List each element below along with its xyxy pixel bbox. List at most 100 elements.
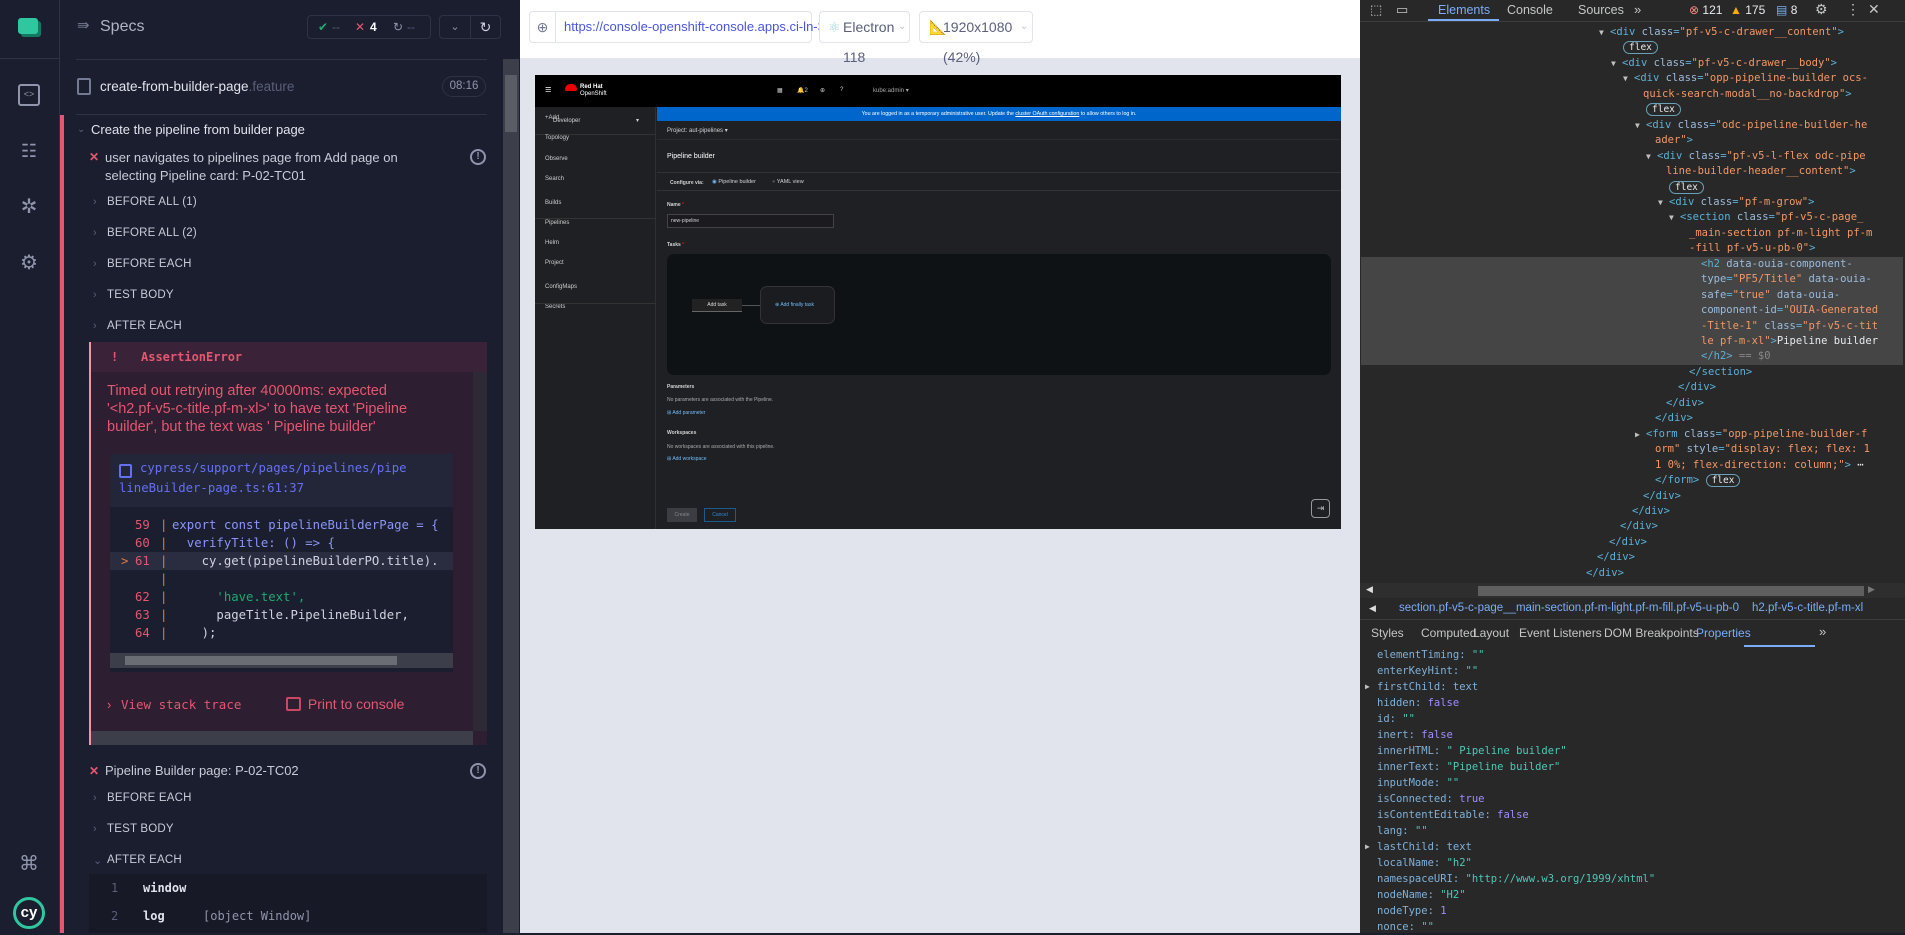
create-button[interactable]: Create xyxy=(667,508,697,522)
expand-triangle-icon[interactable]: ▶ xyxy=(1365,679,1370,695)
banner-link[interactable]: cluster OAuth configuration xyxy=(1015,111,1079,117)
dom-node-line[interactable]: _main-section pf-m-light pf-m xyxy=(1689,226,1872,241)
dom-node-line[interactable]: ader"> xyxy=(1655,133,1693,148)
sidebar-tab[interactable]: DOM Breakpoints xyxy=(1604,620,1699,647)
rerun-button[interactable]: ↻ xyxy=(470,15,501,39)
view-stack-trace-button[interactable]: › View stack trace xyxy=(107,697,241,712)
collapse-triangle-icon[interactable]: ▶ xyxy=(1635,427,1640,442)
expand-triangle-icon[interactable]: ▼ xyxy=(1599,25,1604,40)
breadcrumb-item[interactable]: section.pf-v5-c-page__main-section.pf-m-… xyxy=(1399,598,1739,619)
app-nav-item[interactable]: Secrets xyxy=(545,304,565,310)
user-menu[interactable]: kube:admin ▾ xyxy=(873,87,909,94)
dom-node-line[interactable]: ▼ <div class="odc-pipeline-builder-he xyxy=(1635,118,1867,133)
error-vscrollbar[interactable] xyxy=(473,372,487,731)
error-info-icon[interactable]: ! xyxy=(470,149,486,165)
sidebar-tab[interactable]: Layout xyxy=(1473,620,1509,647)
dom-node-line[interactable]: quick-search-modal__no-backdrop"> xyxy=(1643,87,1852,102)
app-nav-item[interactable]: ConfigMaps xyxy=(545,284,577,290)
scrollbar-thumb[interactable] xyxy=(1478,586,1864,596)
dom-node-line[interactable]: ▼ <section class="pf-v5-c-page_ xyxy=(1669,210,1863,225)
dom-node-line[interactable]: line-builder-header__content"> xyxy=(1666,164,1856,179)
inspect-element-icon[interactable]: ⬚ xyxy=(1370,2,1382,18)
dom-node-line[interactable]: </div> xyxy=(1655,411,1693,426)
property-row[interactable]: nodeType: 1 xyxy=(1377,903,1447,919)
dom-node-line[interactable]: flex xyxy=(1646,102,1681,117)
keyboard-shortcuts-icon[interactable]: ⌘ xyxy=(18,853,40,875)
flex-badge[interactable]: flex xyxy=(1705,474,1741,488)
expand-triangle-icon[interactable]: ▼ xyxy=(1669,210,1674,225)
message-count[interactable]: ▤ 8 xyxy=(1776,3,1797,17)
tree-hscrollbar[interactable]: ◀ ▶ xyxy=(1360,583,1905,598)
property-row[interactable]: hidden: false xyxy=(1377,695,1459,711)
dom-node-line[interactable]: </div> xyxy=(1678,380,1716,395)
error-info-icon[interactable]: ! xyxy=(470,763,486,779)
property-row[interactable]: innerHTML: " Pipeline builder" xyxy=(1377,743,1567,759)
app-nav-item[interactable]: Search xyxy=(545,176,564,182)
dom-node-line[interactable]: ▼ <div class="pf-v5-l-flex odc-pipe xyxy=(1646,149,1866,164)
app-nav-item[interactable]: Builds xyxy=(545,200,561,206)
dom-node-line[interactable]: le pf-m-xl">Pipeline builder xyxy=(1701,334,1878,349)
settings-icon[interactable]: ⚙ xyxy=(18,252,40,274)
dom-node-line[interactable]: orm" style="display: flex; flex: 1 xyxy=(1655,442,1870,457)
app-nav-item[interactable]: Observe xyxy=(545,156,568,162)
hook-row[interactable]: › AFTER EACH xyxy=(93,320,182,332)
property-row[interactable]: ▶ firstChild: text xyxy=(1365,679,1478,695)
device-toolbar-icon[interactable]: ▭ xyxy=(1396,2,1408,18)
hook-row[interactable]: › TEST BODY xyxy=(93,823,174,835)
settings-icon[interactable]: ⚙ xyxy=(1815,1,1828,18)
specs-toggle-icon[interactable]: ⇛ xyxy=(77,16,90,34)
browser-selector[interactable]: ⚛ Electron 118 ⌄ xyxy=(819,11,910,65)
collapse-button[interactable]: ⌄ xyxy=(439,15,471,39)
dom-node-line[interactable]: 1 0%; flex-direction: column;"> ⋯ xyxy=(1655,458,1864,473)
property-row[interactable]: inert: false xyxy=(1377,727,1453,743)
dom-node-line[interactable]: flex xyxy=(1669,180,1704,195)
scrollbar-thumb[interactable] xyxy=(125,656,397,665)
expand-triangle-icon[interactable]: ▶ xyxy=(1365,839,1370,855)
app-nav-item[interactable]: +Add xyxy=(545,115,559,121)
property-row[interactable]: namespaceURI: "http://www.w3.org/1999/xh… xyxy=(1377,871,1655,887)
viewport-selector[interactable]: 📐 1920x1080 (42%) ⌄ xyxy=(919,11,1033,65)
dom-node-line[interactable]: </div> xyxy=(1586,566,1624,581)
property-row[interactable]: localName: "h2" xyxy=(1377,855,1472,871)
command-log-row[interactable]: 2 log [object Window] xyxy=(89,902,487,930)
code-file-path-line1[interactable]: cypress/support/pages/pipelines/pipe xyxy=(140,461,407,475)
flex-badge[interactable]: flex xyxy=(1623,41,1658,55)
notifications-icon[interactable]: 🔔2 xyxy=(797,87,808,94)
more-subtabs-icon[interactable]: » xyxy=(1819,624,1826,639)
dom-node-line[interactable]: flex xyxy=(1623,40,1658,55)
property-row[interactable]: ▶ lastChild: text xyxy=(1365,839,1472,855)
dom-node-line[interactable]: ▼ <div class="opp-pipeline-builder ocs- xyxy=(1623,71,1868,86)
expand-triangle-icon[interactable]: ▼ xyxy=(1646,149,1651,164)
sidebar-tab[interactable]: Styles xyxy=(1371,620,1404,647)
dom-node-line[interactable]: ▶ <form class="opp-pipeline-builder-f xyxy=(1635,427,1867,442)
close-icon[interactable]: ✕ xyxy=(1868,1,1880,18)
dom-node-line[interactable]: ▼ <div class="pf-m-grow"> xyxy=(1658,195,1814,210)
dom-node-line[interactable]: </div> xyxy=(1609,535,1647,550)
url-bar[interactable]: ⊕ https://console-openshift-console.apps… xyxy=(529,11,885,43)
property-row[interactable]: innerText: "Pipeline builder" xyxy=(1377,759,1560,775)
dom-node-line[interactable]: </div> xyxy=(1620,519,1658,534)
perspective-switcher[interactable]: Developer ▾ xyxy=(535,107,656,135)
specs-icon[interactable]: <> xyxy=(18,84,40,106)
dom-node-line[interactable]: </form> flex xyxy=(1655,473,1741,488)
property-row[interactable]: isContentEditable: false xyxy=(1377,807,1529,823)
dom-node-line[interactable]: ▼ <div class="pf-v5-c-drawer__content"> xyxy=(1599,25,1844,40)
dom-node-line[interactable]: </div> xyxy=(1597,550,1635,565)
property-row[interactable]: enterKeyHint: "" xyxy=(1377,663,1478,679)
expand-triangle-icon[interactable]: ▼ xyxy=(1623,71,1628,86)
print-to-console-button[interactable]: Print to console xyxy=(286,696,404,712)
sidebar-tab[interactable]: Event Listeners xyxy=(1519,620,1602,647)
sidebar-tab[interactable]: Computed xyxy=(1421,620,1476,647)
expand-triangle-icon[interactable]: ▼ xyxy=(1658,195,1663,210)
devtools-tab[interactable]: Console xyxy=(1507,0,1553,22)
dom-node-line[interactable]: ▼ <div class="pf-v5-c-drawer__body"> xyxy=(1611,56,1837,71)
hook-row[interactable]: ⌄ AFTER EACH xyxy=(93,854,182,867)
debug-icon[interactable]: ✲ xyxy=(18,196,40,218)
code-file-path-line2[interactable]: lineBuilder-page.ts:61:37 xyxy=(119,481,304,495)
radio-yaml-view[interactable]: ● YAML view xyxy=(772,179,804,185)
app-nav-item[interactable]: Pipelines xyxy=(545,220,569,226)
property-row[interactable]: lang: "" xyxy=(1377,823,1428,839)
runs-icon[interactable]: ☷ xyxy=(18,140,40,162)
project-selector[interactable]: Project: aut-pipelines ▾ xyxy=(667,127,728,134)
reporter-scrollbar[interactable] xyxy=(503,59,519,933)
